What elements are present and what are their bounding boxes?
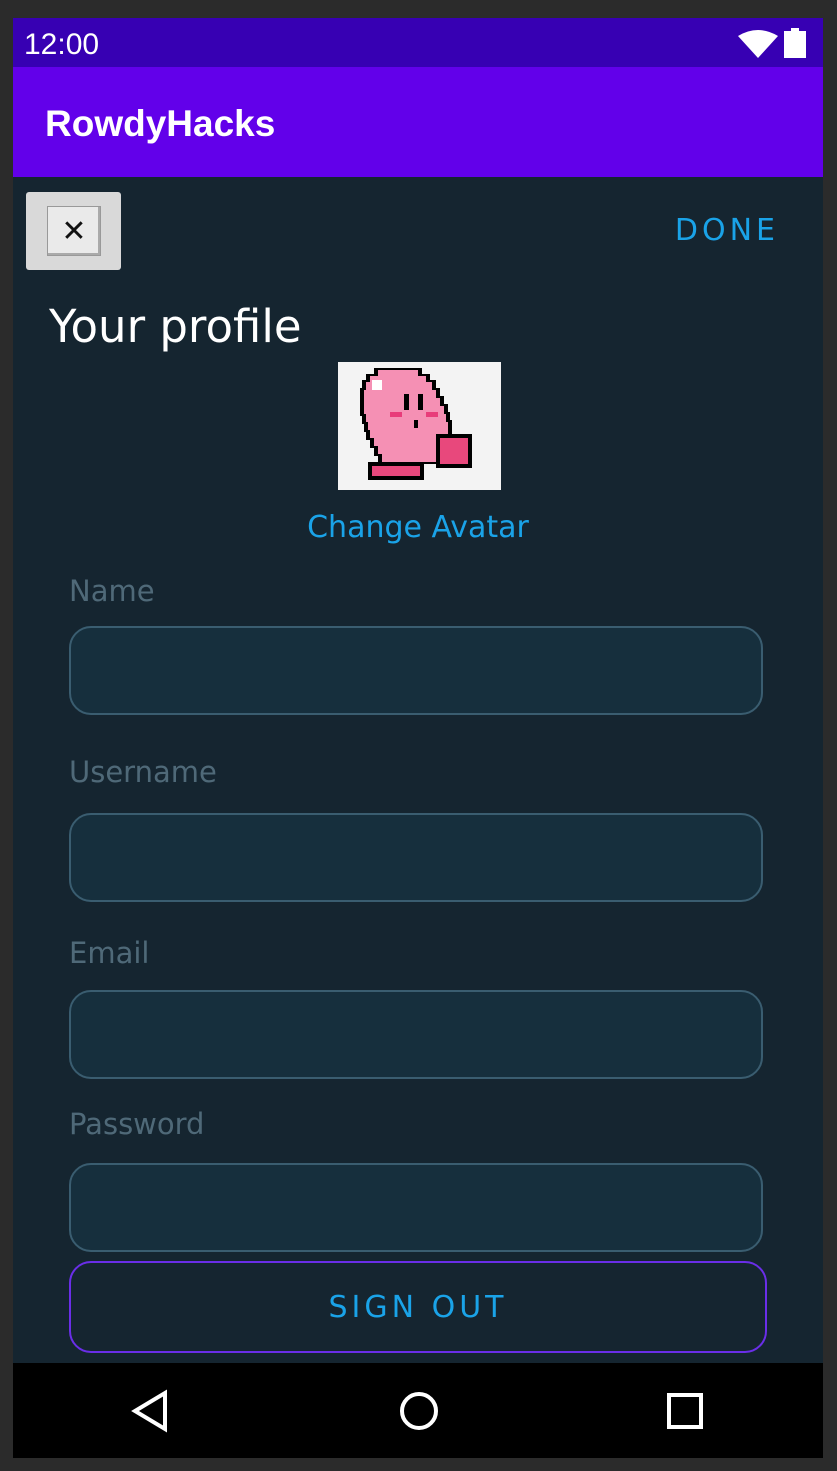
recents-icon[interactable] — [657, 1383, 713, 1439]
wifi-icon — [738, 30, 778, 58]
close-button[interactable]: ✕ — [26, 192, 121, 270]
back-icon[interactable] — [123, 1383, 179, 1439]
kirby-body — [360, 368, 472, 480]
change-avatar-link[interactable]: Change Avatar — [13, 510, 823, 545]
page-title: Your profile — [49, 300, 302, 353]
name-field[interactable] — [69, 626, 763, 715]
password-field[interactable] — [69, 1163, 763, 1252]
battery-icon — [784, 28, 806, 58]
username-label: Username — [69, 755, 217, 789]
sign-out-button[interactable]: SIGN OUT — [69, 1261, 767, 1353]
home-icon[interactable] — [391, 1383, 447, 1439]
avatar[interactable] — [338, 362, 501, 490]
username-field[interactable] — [69, 813, 763, 902]
device-screen: 12:00 RowdyHacks ✕ DONE Your profile Cha… — [13, 18, 823, 1458]
app-title: RowdyHacks — [45, 103, 276, 144]
app-bar: RowdyHacks — [13, 67, 823, 177]
close-icon: ✕ — [47, 206, 101, 256]
status-bar: 12:00 — [13, 18, 823, 67]
email-label: Email — [69, 936, 150, 970]
name-label: Name — [69, 574, 155, 608]
email-field[interactable] — [69, 990, 763, 1079]
done-button[interactable]: DONE — [675, 213, 779, 248]
status-time: 12:00 — [24, 28, 100, 61]
password-label: Password — [69, 1107, 205, 1141]
navigation-bar — [13, 1363, 823, 1458]
avatar-image — [360, 368, 472, 480]
